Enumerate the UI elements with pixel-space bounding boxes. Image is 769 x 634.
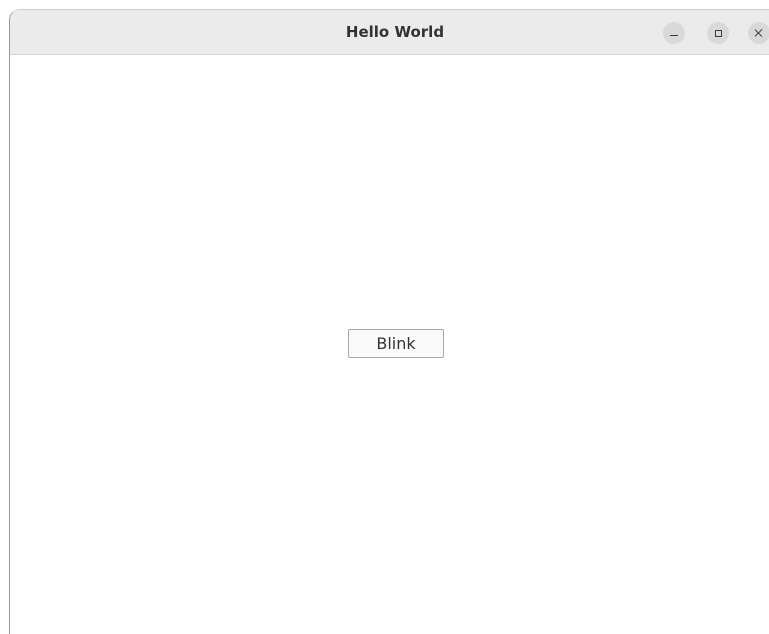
window-title: Hello World <box>345 23 445 41</box>
app-window: Hello World Blink <box>9 9 769 634</box>
title-bar[interactable]: Hello World <box>10 10 769 55</box>
blink-button[interactable]: Blink <box>348 329 444 358</box>
close-icon <box>754 28 764 38</box>
close-button[interactable] <box>748 22 769 44</box>
minimize-icon <box>670 34 678 37</box>
window-content: Blink <box>10 55 769 634</box>
maximize-icon <box>714 29 722 37</box>
maximize-button[interactable] <box>707 22 729 44</box>
minimize-button[interactable] <box>663 22 685 44</box>
